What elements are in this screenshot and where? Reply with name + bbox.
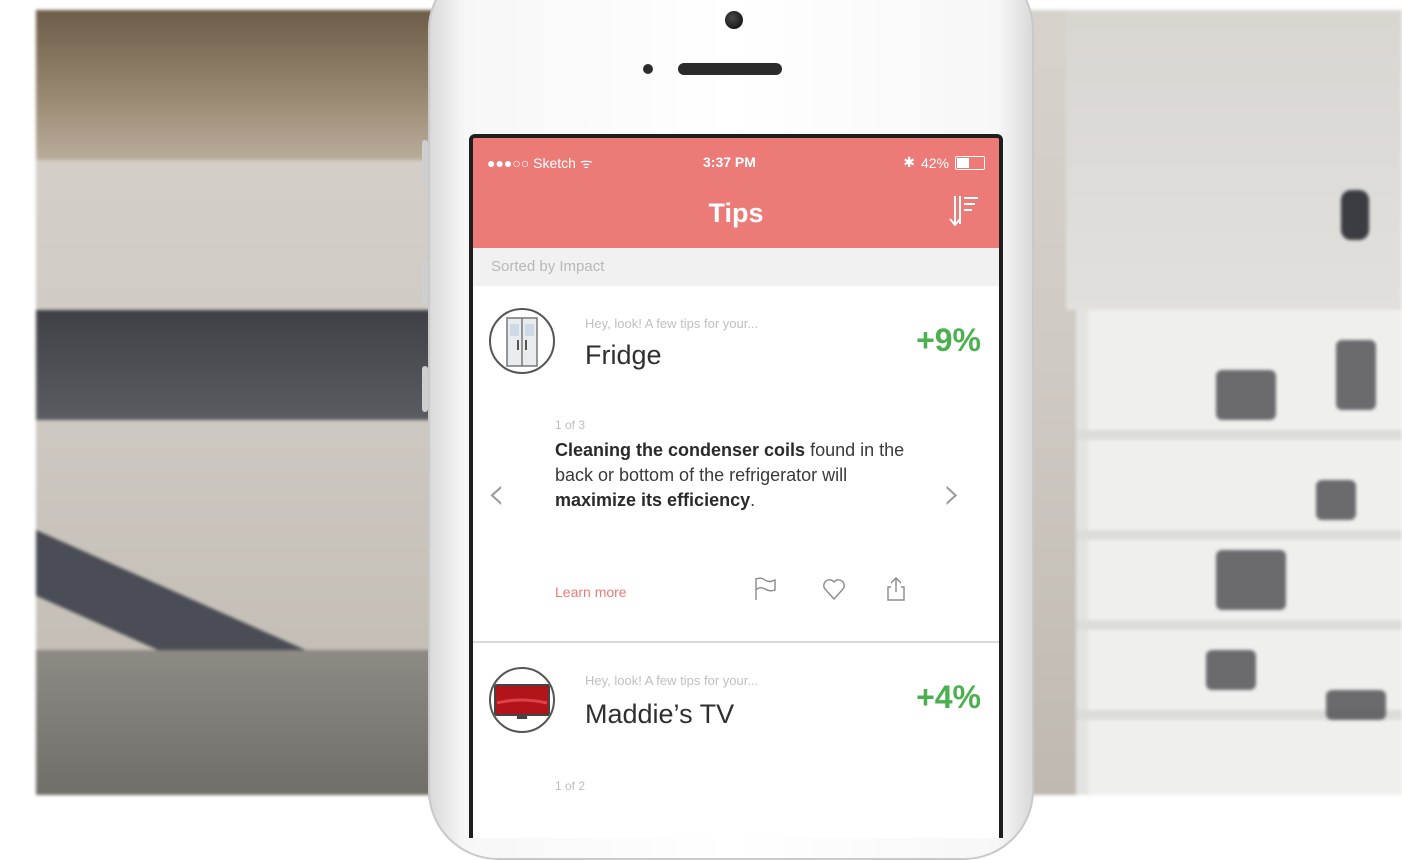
chevron-right-icon[interactable]: ›	[943, 466, 961, 520]
clock: 3:37 PM	[703, 154, 756, 170]
battery-percent: 42%	[920, 154, 949, 171]
mute-switch	[422, 140, 428, 188]
appliance-name: Fridge	[585, 340, 662, 370]
tip-counter: 1 of 2	[555, 779, 586, 793]
tv-avatar	[489, 667, 555, 733]
card-eyebrow: Hey, look! A few tips for your...	[585, 673, 759, 688]
earpiece-speaker	[678, 63, 782, 75]
battery-icon	[955, 155, 985, 170]
tip-card-tv: Hey, look! A few tips for your... Maddie…	[473, 643, 999, 838]
impact-value: +4%	[916, 679, 981, 715]
sort-caption: Sorted by Impact	[473, 248, 999, 286]
front-camera	[725, 11, 743, 29]
tip-text: Cleaning the condenser coils found in th…	[555, 440, 905, 510]
status-bar: ●●●○○ Sketch ᯤ 3:37 PM ✱ 42%	[487, 154, 985, 174]
heart-icon[interactable]	[821, 576, 847, 602]
volume-up-button	[422, 258, 428, 304]
fridge-icon	[506, 317, 538, 367]
card-eyebrow: Hey, look! A few tips for your...	[585, 316, 759, 331]
bluetooth-icon: ✱	[903, 154, 915, 170]
flag-icon[interactable]	[753, 576, 779, 602]
impact-value: +9%	[916, 322, 981, 358]
tip-card-fridge: Hey, look! A few tips for your... Fridge…	[473, 286, 999, 640]
nav-header: ●●●○○ Sketch ᯤ 3:37 PM ✱ 42% Tips	[473, 138, 999, 248]
fridge-avatar	[489, 308, 555, 374]
learn-more-link[interactable]: Learn more	[555, 584, 627, 600]
app-screen: ●●●○○ Sketch ᯤ 3:37 PM ✱ 42% Tips Sorted…	[469, 134, 1003, 838]
battery-status: ✱ 42%	[903, 154, 985, 171]
chevron-left-icon[interactable]: ‹	[487, 466, 505, 520]
proximity-sensor	[643, 64, 653, 74]
tv-icon	[494, 684, 550, 719]
sort-icon[interactable]	[947, 194, 981, 230]
carrier-label: ●●●○○ Sketch ᯤ	[487, 155, 593, 171]
tip-counter: 1 of 3	[555, 418, 586, 432]
share-icon[interactable]	[883, 576, 909, 602]
appliance-name: Maddie’s TV	[585, 699, 735, 729]
volume-down-button	[422, 366, 428, 412]
page-title: Tips	[708, 198, 764, 228]
